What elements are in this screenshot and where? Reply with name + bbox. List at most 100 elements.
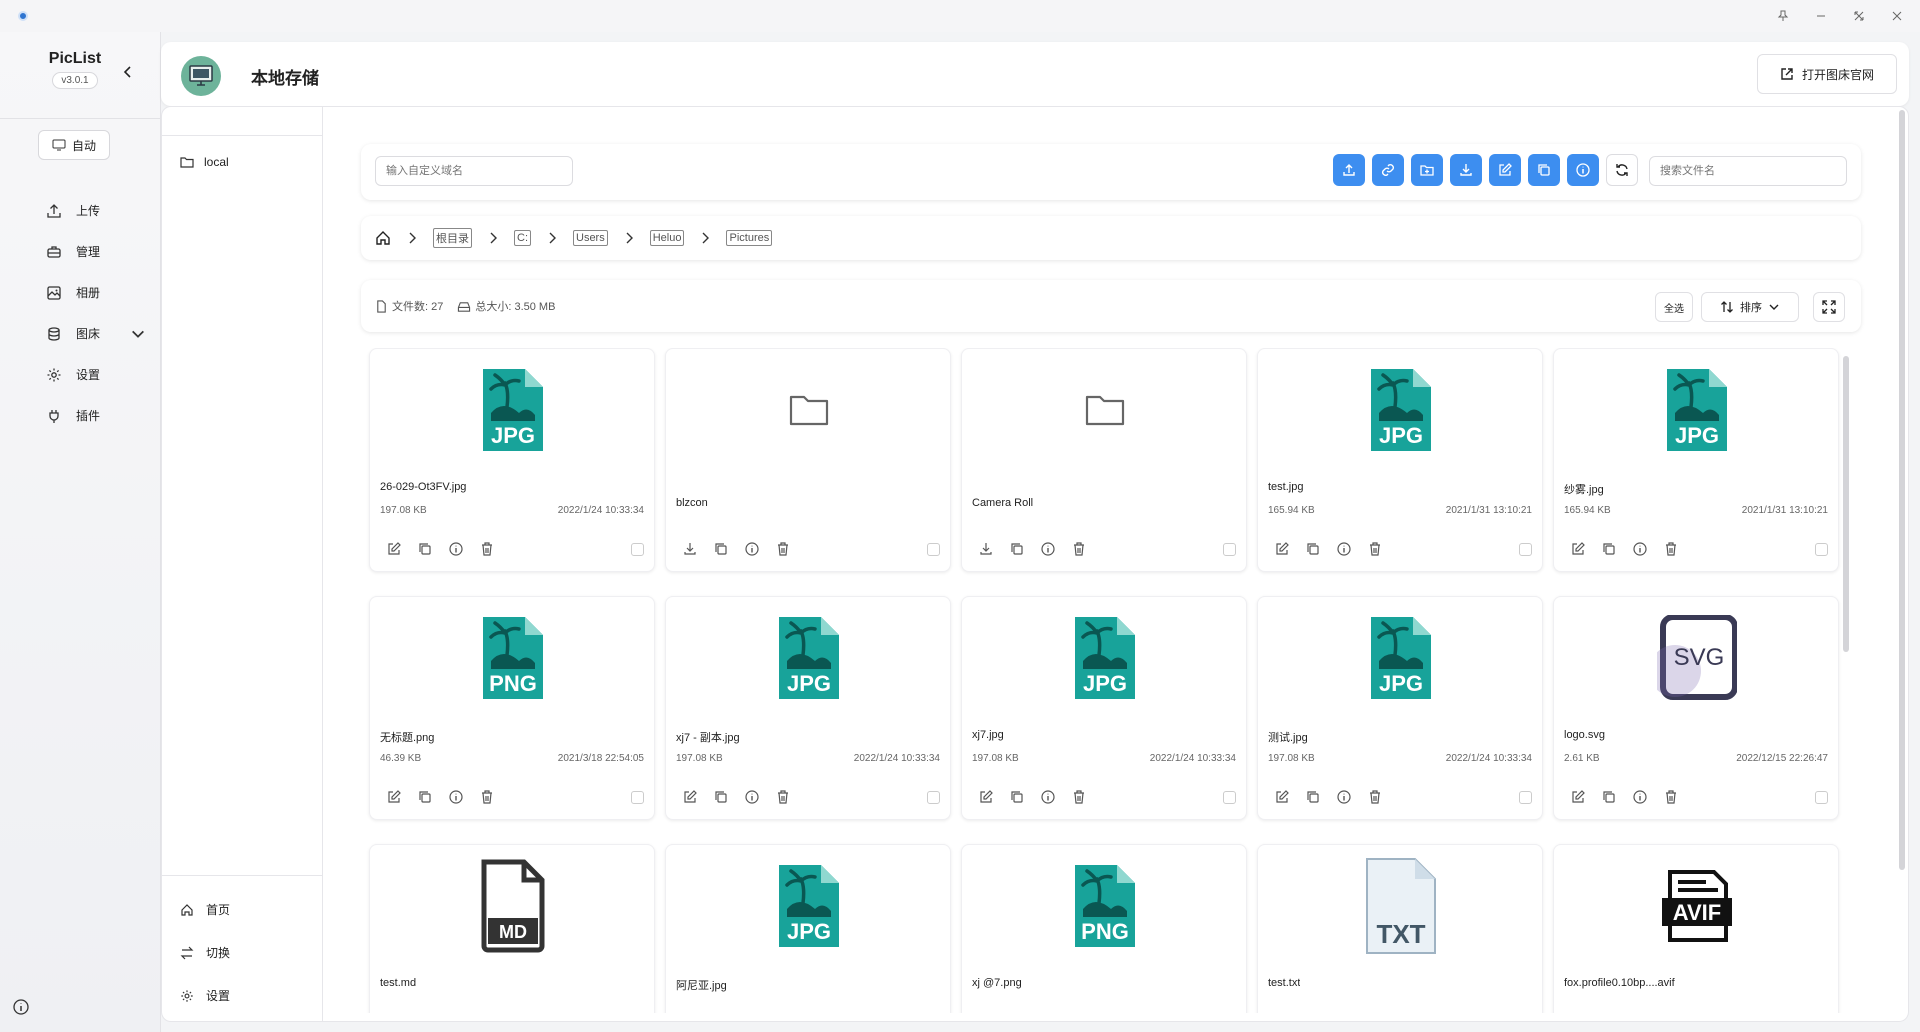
close-button[interactable] (1888, 7, 1906, 25)
edit-icon[interactable] (386, 789, 402, 805)
copy-icon[interactable] (417, 541, 433, 557)
file-card[interactable]: JPG test.jpg 165.94 KB 2021/1/31 13:10:2… (1257, 348, 1543, 572)
pin-icon[interactable] (1774, 7, 1792, 25)
file-checkbox[interactable] (927, 791, 940, 804)
file-card[interactable]: TXT test.txt (1257, 844, 1543, 1013)
file-checkbox[interactable] (631, 791, 644, 804)
breadcrumb-item[interactable]: Users (573, 230, 608, 246)
info-icon[interactable] (1632, 789, 1648, 805)
delete-icon[interactable] (775, 789, 791, 805)
sidebar-item-upload[interactable]: 上传 (46, 190, 146, 231)
copy-icon[interactable] (417, 789, 433, 805)
info-icon[interactable] (744, 789, 760, 805)
download-icon[interactable] (978, 541, 994, 557)
grid-scrollbar[interactable] (1843, 356, 1849, 652)
file-card[interactable]: JPG 26-029-Ot3FV.jpg 197.08 KB 2022/1/24… (369, 348, 655, 572)
upload-button[interactable] (1333, 154, 1365, 186)
breadcrumb-item[interactable]: C: (514, 230, 531, 246)
file-checkbox[interactable] (1519, 543, 1532, 556)
info-icon[interactable] (12, 998, 30, 1016)
breadcrumb-item[interactable]: 根目录 (433, 228, 472, 248)
file-card[interactable]: JPG 纱雾.jpg 165.94 KB 2021/1/31 13:10:21 (1553, 348, 1839, 572)
inner-item-home[interactable]: 首页 (162, 888, 322, 931)
fullscreen-button[interactable] (1813, 292, 1845, 322)
avif-file-icon[interactable]: AVIF (1554, 851, 1840, 961)
file-card[interactable]: PNG 无标题.png 46.39 KB 2021/3/18 22:54:05 (369, 596, 655, 820)
delete-icon[interactable] (775, 541, 791, 557)
inner-item-settings[interactable]: 设置 (162, 974, 322, 1017)
info-icon[interactable] (744, 541, 760, 557)
markdown-file-icon[interactable]: MD (370, 851, 656, 961)
open-site-button[interactable]: 打开图床官网 (1757, 54, 1897, 94)
scrollbar[interactable] (1899, 110, 1905, 870)
copy-icon[interactable] (713, 789, 729, 805)
auto-theme-button[interactable]: 自动 (38, 130, 110, 160)
copy-icon[interactable] (1601, 541, 1617, 557)
file-card[interactable]: MD test.md (369, 844, 655, 1013)
edit-icon[interactable] (1570, 789, 1586, 805)
edit-icon[interactable] (978, 789, 994, 805)
edit-icon[interactable] (682, 789, 698, 805)
file-card[interactable]: PNG xj @7.png (961, 844, 1247, 1013)
sidebar-item-plugins[interactable]: 插件 (46, 395, 146, 436)
breadcrumb-item[interactable]: Heluo (649, 230, 685, 246)
select-all-button[interactable]: 全选 (1655, 292, 1693, 322)
file-card[interactable]: SVG logo.svg 2.61 KB 2022/12/15 22:26:47 (1553, 596, 1839, 820)
edit-icon[interactable] (1274, 789, 1290, 805)
jpg-file-icon[interactable]: JPG (1258, 603, 1544, 713)
copy-icon[interactable] (713, 541, 729, 557)
file-card[interactable]: blzcon (665, 348, 951, 572)
file-card[interactable]: JPG 测试.jpg 197.08 KB 2022/1/24 10:33:34 (1257, 596, 1543, 820)
tree-item-local[interactable]: local (180, 155, 229, 169)
breadcrumb-item[interactable]: Pictures (726, 230, 773, 246)
copy-icon[interactable] (1009, 541, 1025, 557)
delete-icon[interactable] (1367, 789, 1383, 805)
sidebar-item-gallery[interactable]: 相册 (46, 272, 146, 313)
copy-icon[interactable] (1601, 789, 1617, 805)
file-card[interactable]: JPG 阿尼亚.jpg (665, 844, 951, 1013)
edit-icon[interactable] (1570, 541, 1586, 557)
info-button[interactable] (1567, 154, 1599, 186)
file-checkbox[interactable] (1815, 791, 1828, 804)
sort-dropdown[interactable]: 排序 (1701, 292, 1799, 322)
download-icon[interactable] (682, 541, 698, 557)
file-card[interactable]: JPG xj7 - 副本.jpg 197.08 KB 2022/1/24 10:… (665, 596, 951, 820)
sidebar-item-picbed[interactable]: 图床 (46, 313, 146, 354)
delete-icon[interactable] (1663, 541, 1679, 557)
refresh-button[interactable] (1606, 154, 1638, 186)
sidebar-item-manage[interactable]: 管理 (46, 231, 146, 272)
sidebar-item-settings[interactable]: 设置 (46, 354, 146, 395)
delete-icon[interactable] (1367, 541, 1383, 557)
copy-icon[interactable] (1305, 541, 1321, 557)
folder-icon[interactable] (666, 355, 952, 465)
batch-rename-button[interactable] (1489, 154, 1521, 186)
info-icon[interactable] (1040, 541, 1056, 557)
jpg-file-icon[interactable]: JPG (666, 603, 952, 713)
chevron-left-icon[interactable] (120, 64, 136, 80)
jpg-file-icon[interactable]: JPG (1258, 355, 1544, 465)
home-icon[interactable] (375, 230, 391, 246)
copy-button[interactable] (1528, 154, 1560, 186)
jpg-file-icon[interactable]: JPG (666, 851, 952, 961)
copy-links-button[interactable] (1372, 154, 1404, 186)
svg-file-icon[interactable]: SVG (1554, 603, 1840, 713)
maximize-button[interactable] (1850, 7, 1868, 25)
info-icon[interactable] (1040, 789, 1056, 805)
copy-icon[interactable] (1305, 789, 1321, 805)
file-card[interactable]: JPG xj7.jpg 197.08 KB 2022/1/24 10:33:34 (961, 596, 1247, 820)
new-folder-button[interactable] (1411, 154, 1443, 186)
delete-icon[interactable] (479, 789, 495, 805)
folder-icon[interactable] (962, 355, 1248, 465)
jpg-file-icon[interactable]: JPG (962, 603, 1248, 713)
info-icon[interactable] (1632, 541, 1648, 557)
png-file-icon[interactable]: PNG (962, 851, 1248, 961)
delete-icon[interactable] (1071, 541, 1087, 557)
custom-domain-input[interactable] (375, 156, 573, 186)
delete-icon[interactable] (1071, 789, 1087, 805)
jpg-file-icon[interactable]: JPG (370, 355, 656, 465)
download-button[interactable] (1450, 154, 1482, 186)
minimize-button[interactable] (1812, 7, 1830, 25)
file-checkbox[interactable] (1815, 543, 1828, 556)
delete-icon[interactable] (479, 541, 495, 557)
info-icon[interactable] (1336, 541, 1352, 557)
